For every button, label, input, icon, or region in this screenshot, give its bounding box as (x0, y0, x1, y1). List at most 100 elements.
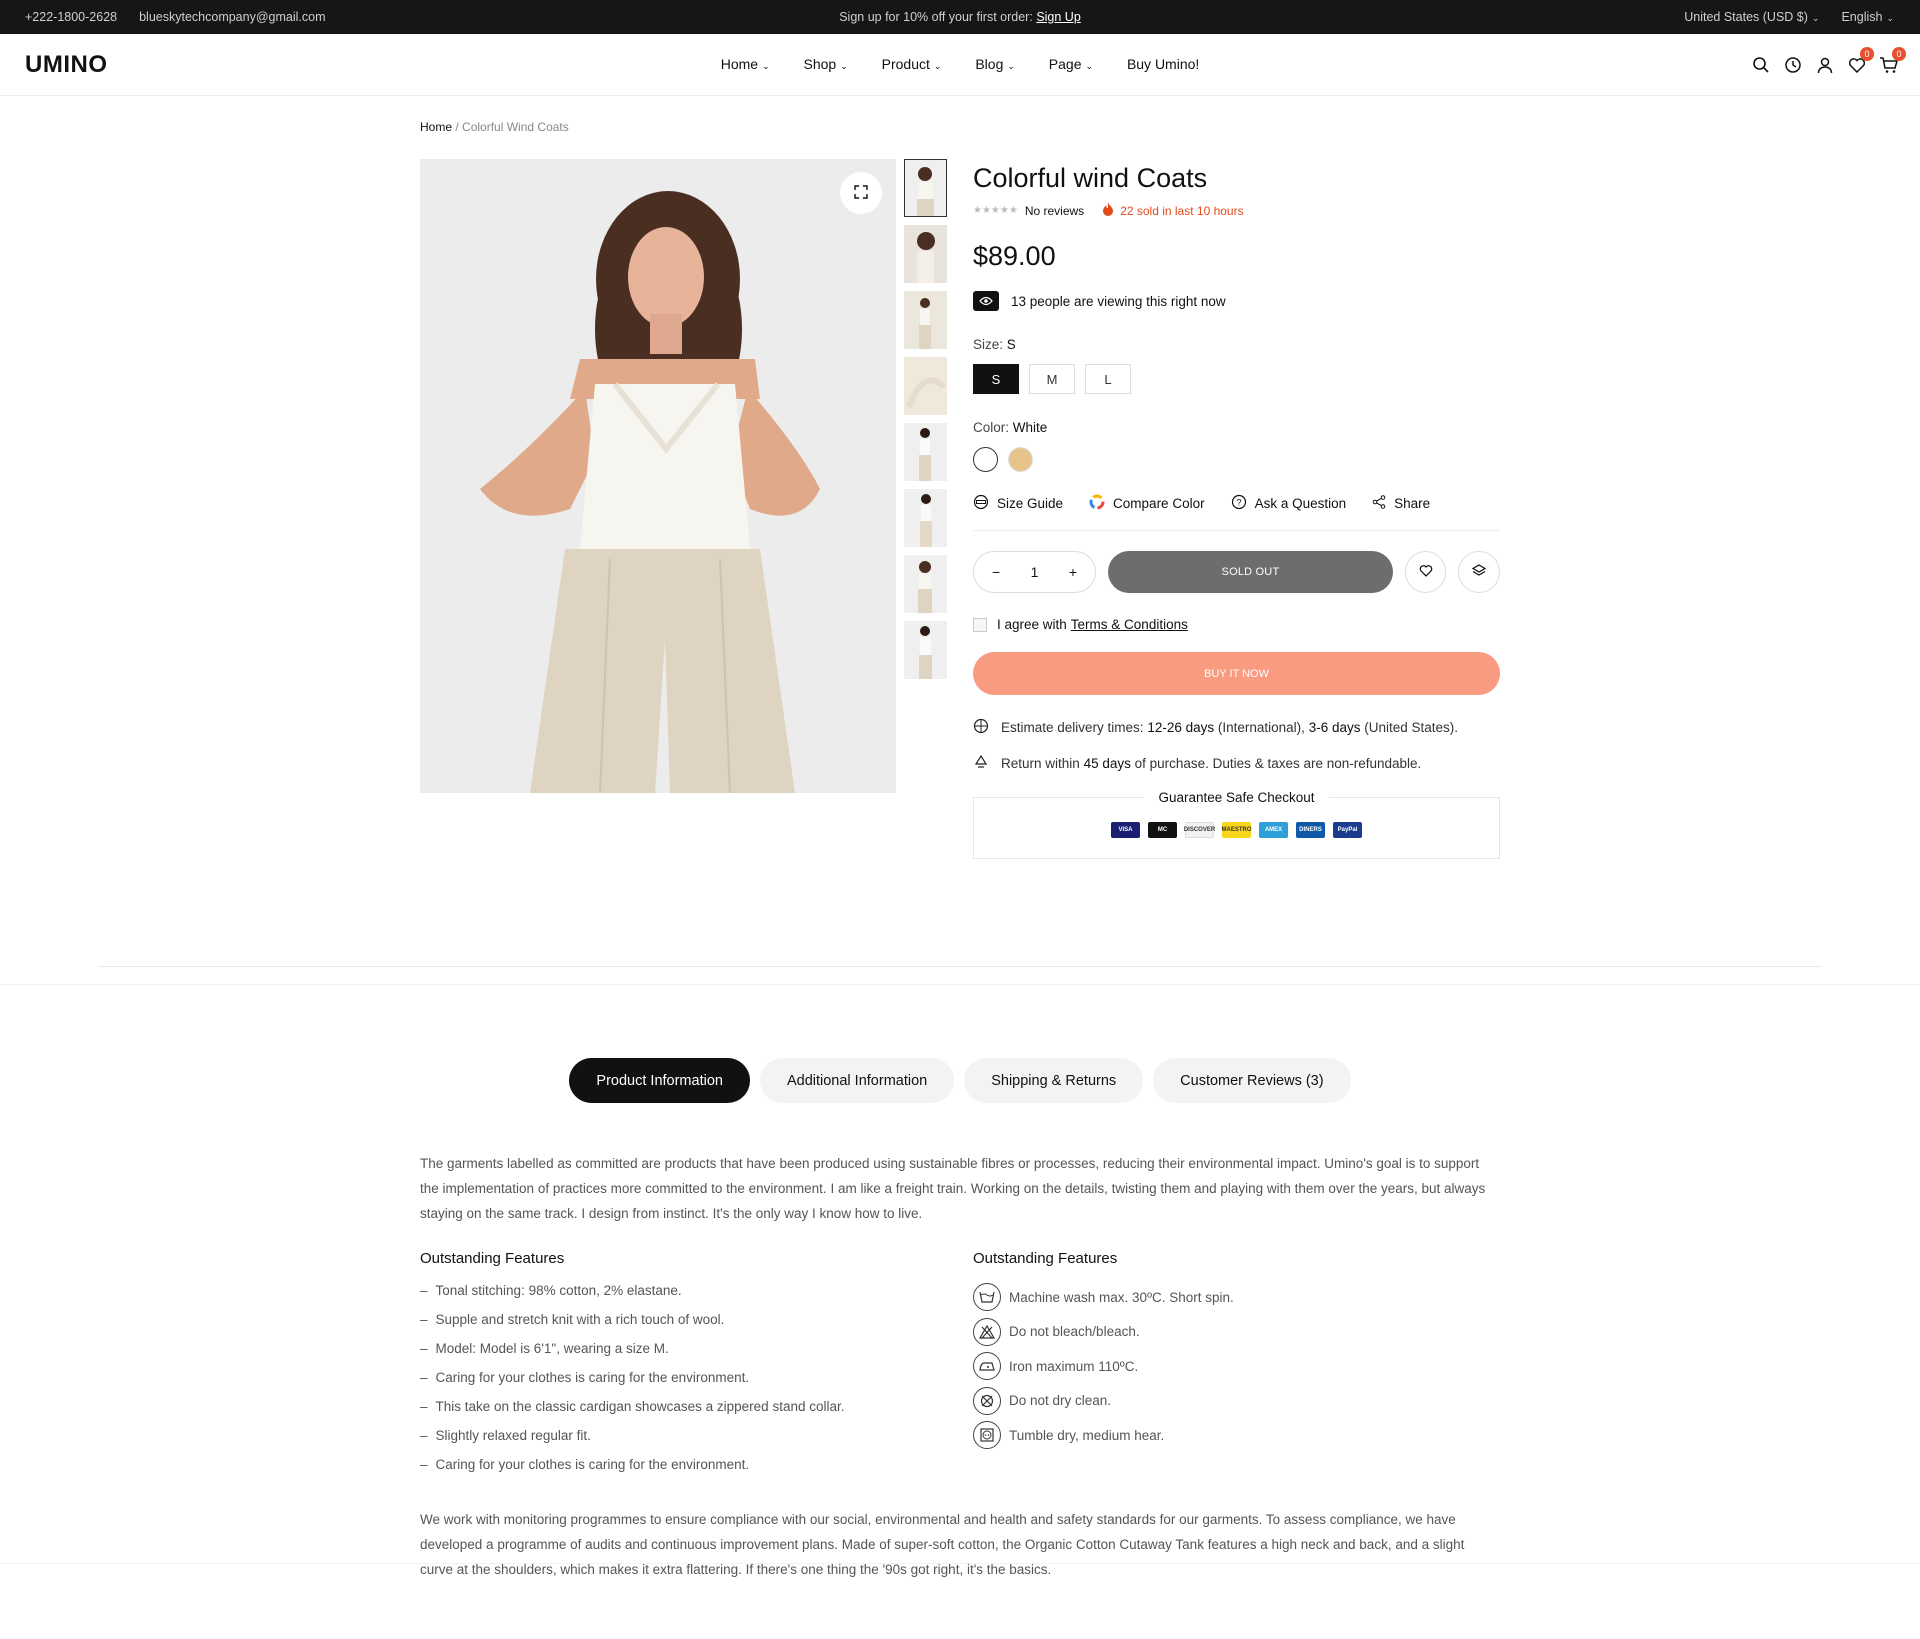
thumbnail-image (904, 621, 947, 679)
safe-checkout-title: Guarantee Safe Checkout (1144, 790, 1329, 805)
heart-icon (1419, 564, 1433, 580)
payment-card-amex: AMEX (1259, 822, 1288, 838)
product-tabs: Product Information Additional Informati… (0, 1058, 1920, 1103)
wishlist-icon[interactable]: 0 (1846, 47, 1874, 76)
compare-color-link[interactable]: Compare Color (1089, 494, 1205, 513)
sold-out-button[interactable]: SOLD OUT (1108, 551, 1393, 593)
share-icon (1372, 495, 1386, 512)
promo-text: Sign up for 10% off your first order: (839, 10, 1033, 24)
nav-page[interactable]: Page ⌄ (1049, 56, 1093, 72)
size-guide-link[interactable]: Size Guide (973, 494, 1063, 513)
nav-buy-umino[interactable]: Buy Umino! (1127, 56, 1199, 72)
ask-question-link[interactable]: ? Ask a Question (1231, 494, 1346, 513)
recycle-icon (973, 754, 989, 773)
features-title: Outstanding Features (420, 1250, 565, 1267)
care-text: Do not dry clean. (1009, 1393, 1112, 1409)
thumbnail-7[interactable] (904, 555, 947, 613)
rating-review-group[interactable]: ★★★★★ No reviews (973, 204, 1084, 218)
layers-icon (1472, 563, 1487, 581)
feature-text: Slightly relaxed regular fit. (435, 1428, 591, 1443)
quantity-increase-button[interactable]: + (1069, 564, 1077, 580)
thumbnail-image (904, 423, 947, 481)
delivery-prefix: Estimate delivery times: (1001, 720, 1144, 735)
breadcrumb: Home / Colorful Wind Coats (420, 120, 569, 134)
nav-blog[interactable]: Blog ⌄ (975, 56, 1015, 72)
care-text: Machine wash max. 30ºC. Short spin. (1009, 1289, 1234, 1305)
thumbnail-8[interactable] (904, 621, 947, 679)
history-icon[interactable] (1782, 54, 1804, 76)
zoom-button[interactable] (840, 172, 882, 214)
share-link[interactable]: Share (1372, 494, 1430, 513)
thumbnail-4[interactable] (904, 357, 947, 415)
currency-select[interactable]: United States (USD $) ⌄ (1684, 10, 1819, 24)
cart-icon[interactable]: 0 (1878, 47, 1906, 76)
tab-shipping-returns[interactable]: Shipping & Returns (964, 1058, 1144, 1103)
chevron-down-icon: ⌄ (933, 61, 942, 71)
nav-product-label: Product (881, 56, 930, 72)
return-suffix: of purchase. Duties & taxes are non-refu… (1134, 756, 1422, 771)
return-days: 45 days (1083, 756, 1131, 771)
thumbnail-6[interactable] (904, 489, 947, 547)
color-label: Color: (973, 420, 1010, 435)
tumble-dry-icon (973, 1421, 1001, 1450)
currency-label: United States (USD $) (1684, 10, 1808, 24)
thumbnail-1[interactable] (904, 159, 947, 217)
payment-card-paypal: PayPal (1333, 822, 1362, 838)
main-nav: Home ⌄ Shop ⌄ Product ⌄ Blog ⌄ Page ⌄ Buy Umi… (0, 56, 1920, 72)
thumbnail-image (904, 357, 947, 415)
feature-item: – This take on the classic cardigan showc… (420, 1399, 845, 1414)
buy-now-button[interactable]: BUY IT NOW (973, 652, 1500, 695)
reviews-count: No reviews (1024, 203, 1085, 218)
quantity-decrease-button[interactable]: − (992, 564, 1000, 580)
tab-additional-information[interactable]: Additional Information (759, 1058, 955, 1103)
account-icon[interactable] (1814, 54, 1836, 76)
size-guide-label: Size Guide (997, 496, 1064, 511)
search-icon[interactable] (1750, 54, 1772, 76)
terms-agreement: I agree with Terms & Conditions (973, 617, 1500, 632)
quantity-value[interactable]: 1 (1031, 564, 1039, 580)
nav-home[interactable]: Home ⌄ (721, 56, 770, 72)
terms-checkbox[interactable] (973, 617, 987, 632)
sold-text: 22 sold in last 10 hours (1120, 203, 1244, 218)
compare-button[interactable] (1458, 551, 1500, 593)
thumbnail-5[interactable] (904, 423, 947, 481)
wishlist-count-badge: 0 (1860, 47, 1874, 61)
size-option-s[interactable]: S (973, 364, 1019, 394)
care-text: Tumble dry, medium hear. (1009, 1427, 1165, 1443)
care-title: Outstanding Features (973, 1250, 1118, 1267)
thumbnail-image (904, 489, 947, 547)
fire-icon (1102, 202, 1114, 219)
size-option-m[interactable]: M (1029, 364, 1075, 394)
nav-shop[interactable]: Shop ⌄ (804, 56, 848, 72)
signup-link[interactable]: Sign Up (1036, 10, 1080, 24)
product-main-image[interactable] (420, 159, 896, 793)
care-text: Iron maximum 110ºC. (1009, 1358, 1139, 1374)
payment-card-maestro: MAESTRO (1222, 822, 1252, 838)
tab-customer-reviews[interactable]: Customer Reviews (3) (1153, 1058, 1351, 1103)
tab-product-information[interactable]: Product Information (569, 1058, 750, 1103)
add-to-wishlist-button[interactable] (1404, 551, 1447, 593)
delivery-us-days: 3-6 days (1308, 720, 1361, 735)
chevron-down-icon: ⌄ (1085, 61, 1094, 71)
feature-item: – Caring for your clothes is caring for t… (420, 1457, 750, 1472)
color-swatch-beige[interactable] (1008, 447, 1033, 472)
color-swatch-white[interactable] (973, 447, 998, 472)
breadcrumb-home[interactable]: Home (420, 120, 452, 134)
size-option-l[interactable]: L (1085, 364, 1131, 394)
color-label-row: Color: White (973, 420, 1500, 435)
product-title: Colorful wind Coats (973, 163, 1208, 193)
payment-card-diners: DINERS (1296, 822, 1325, 838)
nav-product[interactable]: Product ⌄ (882, 56, 942, 72)
svg-text:?: ? (1236, 498, 1241, 508)
chevron-down-icon: ⌄ (1007, 61, 1015, 71)
thumbnail-3[interactable] (904, 291, 947, 349)
return-info: Return within 45 days of purchase. Dutie… (973, 754, 1500, 773)
language-select[interactable]: English ⌄ (1841, 10, 1894, 24)
star-rating: ★★★★★ (973, 205, 1018, 216)
thumbnail-2[interactable] (904, 225, 947, 283)
site-header: UMINO Home ⌄ Shop ⌄ Product ⌄ Blog ⌄ Page ⌄ B… (0, 34, 1920, 96)
terms-link[interactable]: Terms & Conditions (1071, 617, 1188, 632)
delivery-intl-days: 12-26 days (1147, 720, 1215, 735)
feature-text: Caring for your clothes is caring for th… (435, 1370, 750, 1385)
color-wheel-icon (1089, 494, 1105, 513)
